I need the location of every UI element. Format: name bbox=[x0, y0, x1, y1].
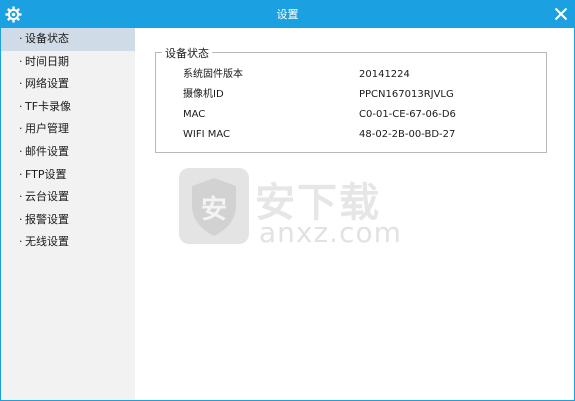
watermark: 安 安下载 anxz.com bbox=[179, 168, 402, 249]
sidebar-item-label: 邮件设置 bbox=[25, 144, 69, 158]
watermark-shield-text: 安 bbox=[201, 195, 227, 225]
sidebar-item-label: 无线设置 bbox=[25, 235, 69, 249]
settings-sidebar: · 设备状态 · 时间日期 · 网络设置 · TF卡录像 · 用户管理 · 邮件设置 · FT… bbox=[1, 28, 135, 400]
camera-id-row: 摄像机ID PPCN167013RJVLG bbox=[183, 87, 543, 103]
sidebar-item-network[interactable]: · 网络设置 bbox=[1, 73, 135, 96]
group-legend: 设备状态 bbox=[162, 45, 212, 61]
mac-row: MAC C0-01-CE-67-06-D6 bbox=[183, 107, 543, 123]
camera-id-label: 摄像机ID bbox=[183, 89, 224, 100]
wifi-mac-value: 48-02-2B-00-BD-27 bbox=[359, 129, 456, 140]
sidebar-item-user-management[interactable]: · 用户管理 bbox=[1, 118, 135, 141]
device-status-group: 设备状态 系统固件版本 20141224 摄像机ID PPCN167013RJV… bbox=[155, 45, 547, 153]
sidebar-item-label: 网络设置 bbox=[25, 77, 69, 91]
mac-value: C0-01-CE-67-06-D6 bbox=[359, 109, 456, 120]
camera-id-value: PPCN167013RJVLG bbox=[359, 89, 454, 100]
main-content: 设备状态 系统固件版本 20141224 摄像机ID PPCN167013RJV… bbox=[135, 28, 574, 400]
sidebar-item-wireless[interactable]: · 无线设置 bbox=[1, 231, 135, 254]
close-button[interactable] bbox=[551, 4, 571, 24]
sidebar-item-label: FTP设置 bbox=[25, 167, 67, 181]
sidebar-item-tf-card-recording[interactable]: · TF卡录像 bbox=[1, 96, 135, 119]
sidebar-item-label: 设备状态 bbox=[25, 32, 69, 45]
settings-window: 设置 · 设备状态 · 时间日期 · 网络设置 · TF卡录像 · 用户管理 · 邮件设置 … bbox=[0, 0, 575, 401]
sidebar-item-date-time[interactable]: · 时间日期 bbox=[1, 51, 135, 74]
sidebar-item-alarm[interactable]: · 报警设置 bbox=[1, 209, 135, 232]
sidebar-item-email[interactable]: · 邮件设置 bbox=[1, 141, 135, 164]
mac-label: MAC bbox=[183, 109, 206, 120]
window-title: 设置 bbox=[276, 8, 299, 21]
sidebar-item-device-status[interactable]: · 设备状态 bbox=[1, 28, 135, 51]
close-icon bbox=[554, 7, 568, 21]
sidebar-item-label: 云台设置 bbox=[25, 190, 69, 204]
sidebar-item-ptz[interactable]: · 云台设置 bbox=[1, 186, 135, 209]
sidebar-item-label: 用户管理 bbox=[25, 122, 69, 136]
sidebar-item-label: 时间日期 bbox=[25, 54, 69, 68]
sidebar-item-ftp[interactable]: · FTP设置 bbox=[1, 164, 135, 187]
sidebar-item-label: TF卡录像 bbox=[25, 99, 72, 113]
wifi-mac-label: WIFI MAC bbox=[183, 129, 230, 140]
watermark-en-text: anxz.com bbox=[259, 216, 402, 249]
firmware-version-value: 20141224 bbox=[359, 69, 410, 80]
shield-icon: 安 bbox=[179, 168, 249, 244]
title-bar: 设置 bbox=[1, 1, 574, 28]
sidebar-item-label: 报警设置 bbox=[25, 212, 69, 226]
firmware-version-row: 系统固件版本 20141224 bbox=[183, 67, 543, 83]
firmware-version-label: 系统固件版本 bbox=[183, 69, 243, 80]
wifi-mac-row: WIFI MAC 48-02-2B-00-BD-27 bbox=[183, 127, 543, 143]
